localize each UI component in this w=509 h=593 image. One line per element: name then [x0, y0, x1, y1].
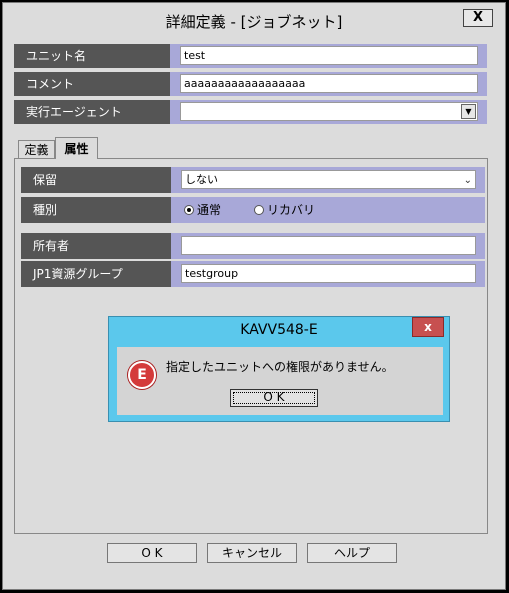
agent-row: 実行エージェント ▼: [14, 100, 487, 124]
dialog-title: KAVV548-E: [240, 322, 318, 338]
type-radio-normal[interactable]: 通常: [184, 202, 221, 218]
type-option-normal: 通常: [197, 203, 222, 217]
error-icon: E: [128, 361, 156, 389]
title-bar: 詳細定義 - [ジョブネット] X: [3, 3, 505, 37]
jp1-group-row: JP1資源グループ testgroup: [21, 261, 485, 287]
agent-label: 実行エージェント: [14, 100, 170, 124]
hold-select[interactable]: しない ⌄: [181, 170, 476, 189]
radio-selected-icon: [184, 205, 194, 215]
dropdown-arrow-icon[interactable]: ▼: [461, 104, 476, 119]
cancel-button[interactable]: キャンセル: [207, 543, 297, 563]
type-label: 種別: [21, 197, 171, 223]
owner-input[interactable]: [181, 236, 476, 255]
unit-name-input[interactable]: test: [180, 46, 478, 65]
comment-input[interactable]: aaaaaaaaaaaaaaaaaa: [180, 74, 478, 93]
ok-button[interactable]: O K: [107, 543, 197, 563]
chevron-down-icon: ⌄: [463, 175, 472, 186]
comment-row: コメント aaaaaaaaaaaaaaaaaa: [14, 72, 487, 96]
dialog-ok-button[interactable]: O K: [230, 389, 318, 407]
dialog-message: 指定したユニットへの権限がありません。: [166, 360, 394, 374]
jp1-group-input[interactable]: testgroup: [181, 264, 476, 283]
hold-value: しない: [185, 173, 218, 186]
window-close-button[interactable]: X: [463, 9, 493, 27]
comment-label: コメント: [14, 72, 170, 96]
unit-name-label: ユニット名: [14, 44, 170, 68]
close-icon: x: [424, 320, 432, 334]
dialog-body: E 指定したユニットへの権限がありません。 O K: [117, 347, 443, 415]
tab-attributes[interactable]: 属性: [55, 137, 98, 159]
type-row: 種別 通常 リカバリ: [21, 197, 485, 223]
type-option-recovery: リカバリ: [267, 203, 316, 217]
help-button[interactable]: ヘルプ: [307, 543, 397, 563]
error-dialog: KAVV548-E x E 指定したユニットへの権限がありません。 O K: [108, 316, 450, 422]
agent-select[interactable]: ▼: [180, 102, 478, 121]
window-title: 詳細定義 - [ジョブネット]: [165, 13, 343, 31]
owner-row: 所有者: [21, 233, 485, 259]
radio-unselected-icon: [254, 205, 264, 215]
dialog-close-button[interactable]: x: [412, 317, 444, 337]
hold-label: 保留: [21, 167, 171, 193]
tab-definition[interactable]: 定義: [18, 140, 55, 159]
unit-name-row: ユニット名 test: [14, 44, 487, 68]
hold-row: 保留 しない ⌄: [21, 167, 485, 193]
jp1-group-label: JP1資源グループ: [21, 261, 171, 287]
type-radio-recovery[interactable]: リカバリ: [254, 202, 315, 218]
owner-label: 所有者: [21, 233, 171, 259]
